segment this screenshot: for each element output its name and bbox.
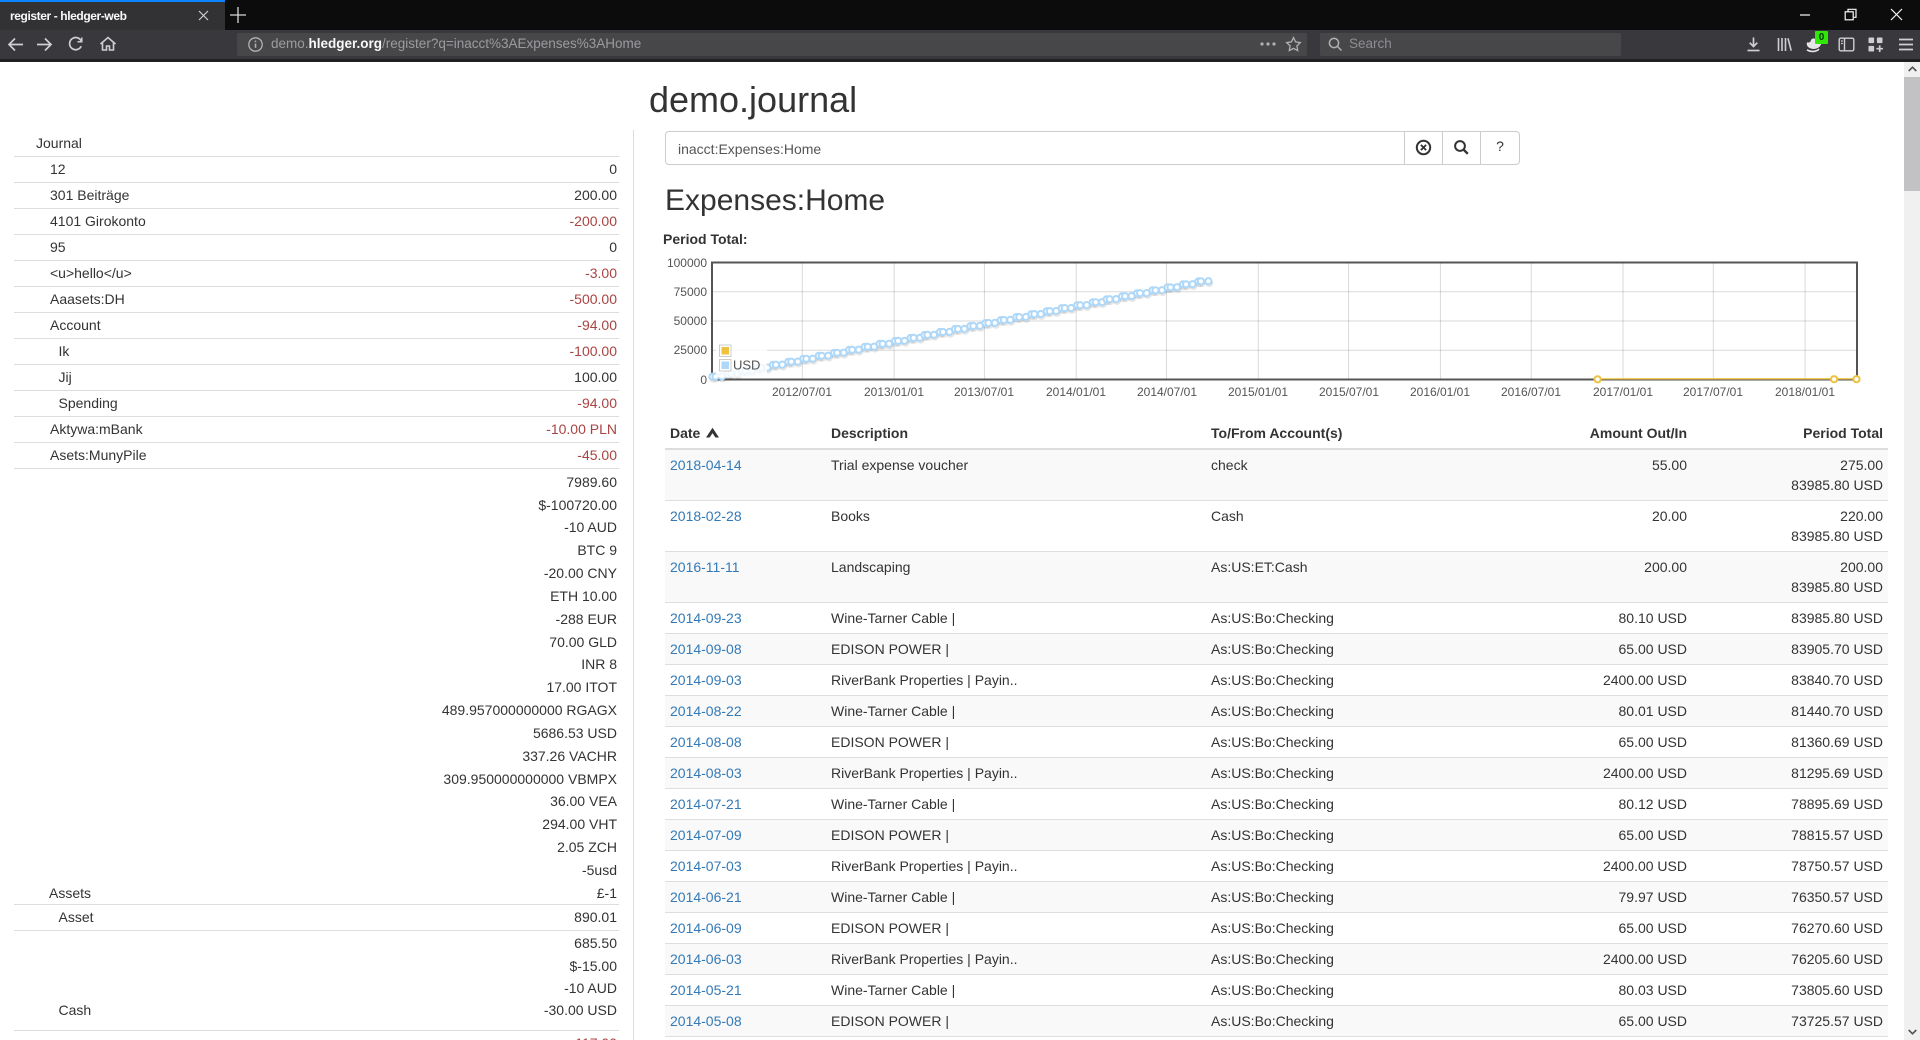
svg-text:USD: USD xyxy=(733,358,760,373)
